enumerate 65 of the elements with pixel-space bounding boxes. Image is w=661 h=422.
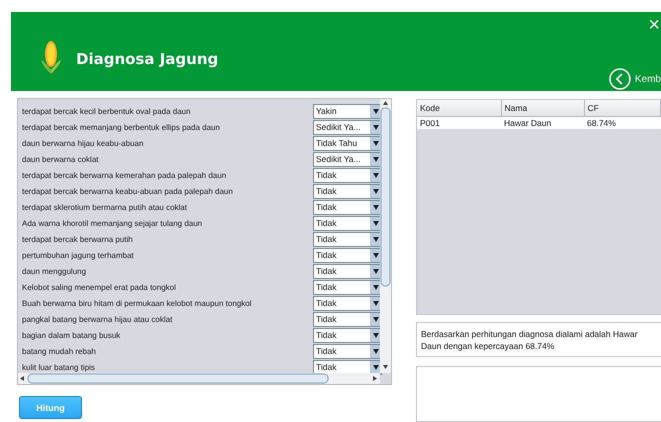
app-title: Diagnosa Jagung	[76, 50, 218, 68]
table-cell: P001	[417, 116, 501, 129]
caret-icon	[372, 172, 378, 178]
symptom-label: terdapat bercak berwarna putih	[22, 234, 134, 244]
symptom-label: pertumbuhan jagung terhambat	[22, 250, 135, 260]
caret-icon	[372, 236, 378, 242]
caret-icon	[372, 316, 378, 322]
notes-field[interactable]	[416, 366, 661, 422]
caret-icon	[372, 252, 378, 258]
caret-icon	[372, 204, 378, 210]
caret-icon	[372, 300, 378, 306]
caret-icon	[372, 188, 378, 194]
caret-icon	[372, 332, 378, 338]
symptom-label: batang mudah rebah	[22, 346, 97, 356]
answer-dropdown[interactable]: Sedikit Ya...	[313, 152, 382, 166]
symptom-label: terdapat sklerotium bermarna putih atau coklat	[22, 202, 188, 212]
answer-dropdown[interactable]: Tidak	[313, 248, 382, 262]
answer-dropdown[interactable]: Tidak	[313, 360, 382, 374]
caret-icon	[372, 156, 378, 162]
symptom-label: terdapat bercak berwarna kemerahan pada palepah daun	[22, 170, 228, 180]
symptom-label: Buah berwarna biru hitam di permukaan kelobot maupun tongkol	[22, 298, 252, 308]
caret-icon	[372, 348, 378, 354]
caret-icon	[372, 140, 378, 146]
answer-dropdown[interactable]: Tidak	[313, 168, 382, 182]
caret-icon	[372, 124, 378, 130]
conclusion-text: Berdasarkan perhitungan diagnosa dialami adalah Hawar Daun dengan kepercayaan 68.74%	[416, 322, 661, 357]
table-cell: Hawar Daun	[501, 116, 584, 129]
corn-icon	[41, 40, 61, 74]
symptom-label: daun berwarna hijau keabu-abuan	[22, 138, 144, 148]
answer-dropdown[interactable]: Tidak	[313, 328, 382, 342]
caret-icon	[372, 220, 378, 226]
close-icon[interactable]: ×	[648, 14, 660, 36]
horizontal-scrollbar[interactable]	[18, 373, 380, 384]
symptom-label: kulit luar batang tipis	[22, 362, 96, 372]
table-cell: 68.74%	[584, 116, 660, 129]
answer-dropdown[interactable]: Tidak	[313, 344, 382, 358]
symptom-label: pangkal batang berwarna hijau atau coklat	[22, 314, 174, 324]
answer-dropdown[interactable]: Sedikit Ya...	[313, 120, 382, 134]
answer-dropdown[interactable]: Tidak	[313, 200, 382, 214]
column-header[interactable]: Kode	[417, 100, 501, 116]
symptom-label: bagian dalam batang busuk	[22, 330, 122, 340]
symptom-label: Ada warna khorotil memanjang sejajar tulang daun	[22, 218, 204, 228]
caret-icon	[372, 284, 378, 290]
symptom-label: daun menggulung	[22, 266, 88, 276]
symptom-label: terdapat bercak memanjang berbentuk ellips pada daun	[22, 122, 221, 132]
vertical-scrollbar[interactable]	[380, 99, 391, 373]
answer-dropdown[interactable]: Tidak	[313, 184, 382, 198]
symptom-label: terdapat bercak berwarna keabu-abuan pada palepah daun	[22, 186, 234, 196]
column-header[interactable]: CF	[584, 100, 660, 116]
answer-dropdown[interactable]: Tidak	[313, 216, 382, 230]
caret-icon	[372, 268, 378, 274]
caret-icon	[372, 364, 378, 370]
answer-dropdown[interactable]: Tidak Tahu	[313, 136, 382, 150]
answer-dropdown[interactable]: Tidak	[313, 296, 382, 310]
answer-dropdown[interactable]: Tidak	[313, 232, 382, 246]
back-button[interactable]: Kemb	[609, 68, 661, 90]
symptom-label: terdapat bercak kecil berbentuk oval pada daun	[22, 106, 192, 116]
symptom-label: daun berwarna coklat	[22, 154, 100, 164]
symptom-label: Kelobot saling menempel erat pada tongkol	[22, 282, 177, 292]
column-header[interactable]: Nama	[501, 100, 584, 116]
answer-dropdown[interactable]: Tidak	[313, 264, 382, 278]
answer-dropdown[interactable]: Tidak	[313, 280, 382, 294]
answer-dropdown[interactable]: Tidak	[313, 312, 382, 326]
caret-icon	[372, 108, 378, 114]
answer-dropdown[interactable]: Yakin	[313, 104, 382, 118]
